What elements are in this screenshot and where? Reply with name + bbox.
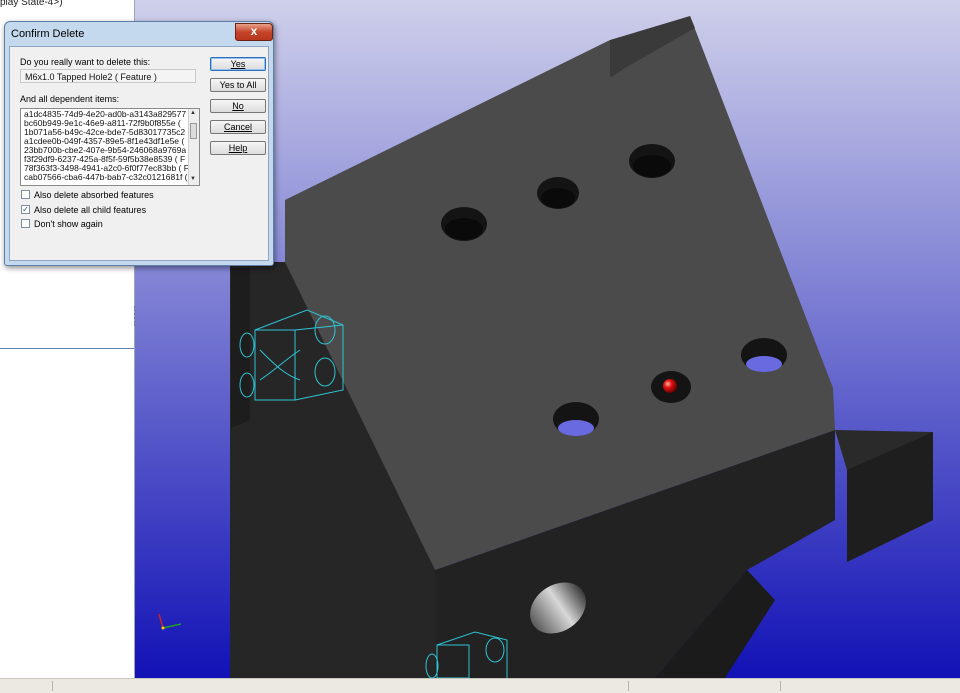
- feature-name-field: M6x1.0 Tapped Hole2 ( Feature ): [20, 69, 196, 83]
- list-scrollbar[interactable]: ▲ ▼: [188, 109, 199, 185]
- tree-top-label: play State-4>): [0, 0, 63, 8]
- panel-divider: [0, 348, 134, 349]
- hole-3: [629, 144, 675, 178]
- hole-5: [553, 402, 599, 436]
- status-divider: [628, 681, 629, 691]
- absorbed-features-label: Also delete absorbed features: [34, 190, 154, 200]
- dialog-titlebar[interactable]: Confirm Delete x: [5, 22, 273, 44]
- scroll-up-icon[interactable]: ▲: [190, 110, 196, 116]
- status-divider: [52, 681, 53, 691]
- no-button[interactable]: No: [210, 99, 266, 113]
- dont-show-again-checkbox[interactable]: [21, 219, 30, 228]
- hole-4: [741, 338, 787, 372]
- confirm-delete-dialog: Confirm Delete x Do you really want to d…: [4, 21, 274, 266]
- child-features-checkbox[interactable]: ✓: [21, 205, 30, 214]
- help-button[interactable]: Help: [210, 141, 266, 155]
- status-divider: [780, 681, 781, 691]
- cancel-button[interactable]: Cancel: [210, 120, 266, 134]
- yes-button[interactable]: Yes: [210, 57, 266, 71]
- dialog-body: Do you really want to delete this: M6x1.…: [9, 46, 269, 261]
- list-item[interactable]: cab07566-cba6-447b-bab7-c32c0121681f (: [24, 173, 188, 182]
- dont-show-again-label: Don't show again: [34, 219, 103, 229]
- close-button[interactable]: x: [235, 23, 273, 41]
- scroll-down-icon[interactable]: ▼: [190, 176, 196, 182]
- hole-2: [537, 177, 579, 209]
- scroll-thumb[interactable]: [190, 123, 197, 139]
- child-features-label: Also delete all child features: [34, 205, 147, 215]
- dependents-label: And all dependent items:: [20, 94, 120, 104]
- status-bar: [0, 678, 960, 693]
- absorbed-features-checkbox[interactable]: [21, 190, 30, 199]
- dependent-items-list[interactable]: a1dc4835-74d9-4e20-ad0b-a3143a829577 bc6…: [20, 108, 200, 186]
- checkmark-icon: ✓: [22, 205, 29, 214]
- close-icon: x: [250, 24, 258, 38]
- hole-1: [441, 207, 487, 241]
- yes-to-all-button[interactable]: Yes to All: [210, 78, 266, 92]
- delete-question-label: Do you really want to delete this:: [20, 57, 151, 67]
- selected-hole[interactable]: [651, 371, 691, 403]
- selection-marker: [663, 379, 677, 393]
- dialog-title: Confirm Delete: [11, 28, 85, 40]
